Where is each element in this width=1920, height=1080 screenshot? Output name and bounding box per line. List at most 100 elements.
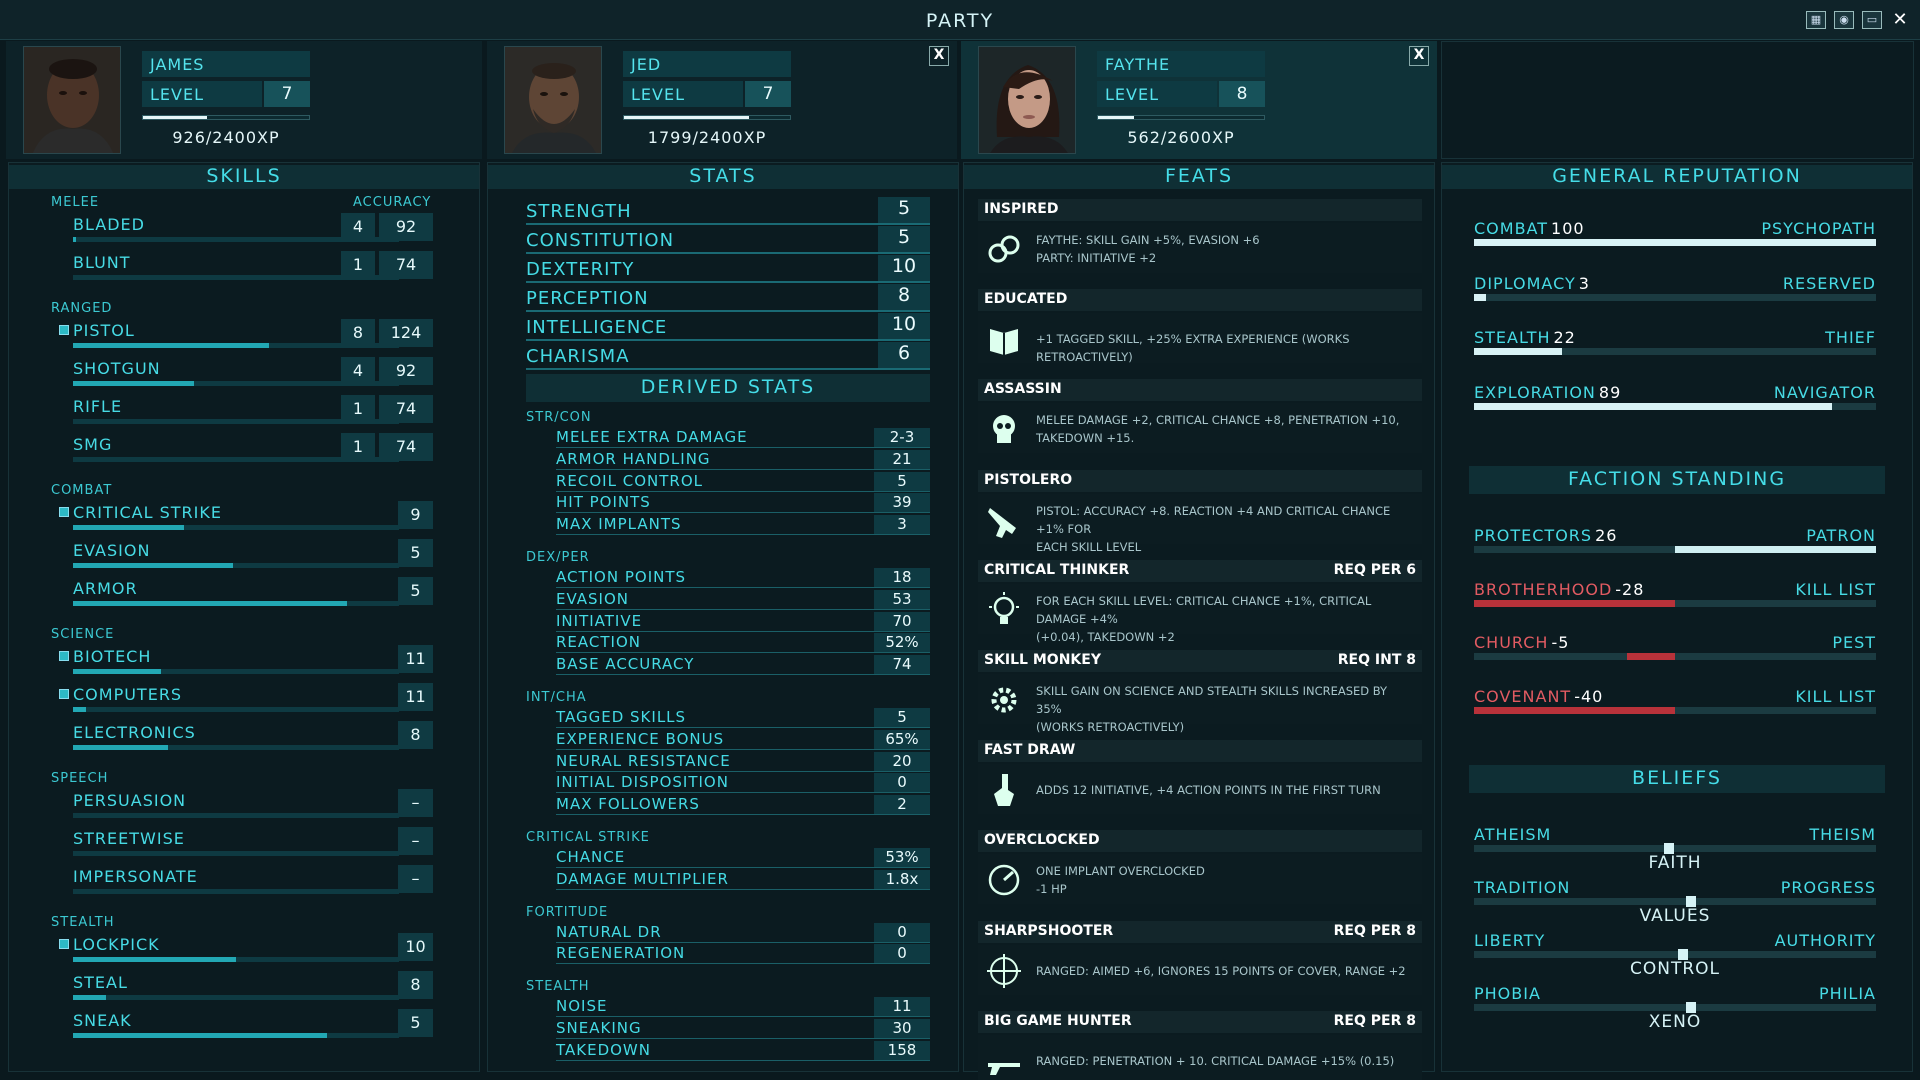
skill-row[interactable]: PERSUASION – <box>9 789 479 827</box>
window-title: PARTY <box>925 10 995 32</box>
reputation-name: COMBAT 100 <box>1474 219 1585 238</box>
feat-card[interactable]: INSPIRED FAYTHE: SKILL GAIN +5%, EVASION … <box>978 199 1422 275</box>
skill-progress-bar <box>73 601 399 606</box>
feat-header: BIG GAME HUNTER REQ PER 8 <box>978 1010 1422 1033</box>
feat-card[interactable]: BIG GAME HUNTER REQ PER 8 RANGED: PENETRAT… <box>978 1010 1422 1080</box>
portrait <box>504 46 602 154</box>
empty-party-slot[interactable] <box>1441 41 1914 159</box>
reputation-fill <box>1474 402 1832 410</box>
feat-card[interactable]: SKILL MONKEY REQ INT 8 SKILL GAIN ON SCIEN… <box>978 650 1422 734</box>
derived-stat-row: TAGGED SKILLS 5 <box>556 708 930 728</box>
skill-row[interactable]: RIFLE 1 74 <box>9 395 479 433</box>
xp-fill <box>1098 116 1134 119</box>
reputation-row: DIPLOMACY 3 RESERVED <box>1474 273 1876 301</box>
faction-bar <box>1474 653 1876 660</box>
portrait <box>978 46 1076 154</box>
party-member-faythe[interactable]: FAYTHE LEVEL 8 562/2600XP X <box>961 41 1437 159</box>
crosshair-icon <box>984 951 1024 991</box>
derived-stat-name: REACTION <box>556 633 641 652</box>
skill-row[interactable]: BLUNT 1 74 <box>9 251 479 289</box>
belief-row: ATHEISM THEISM FAITH <box>1474 825 1876 875</box>
derived-stat-value: 53 <box>874 589 930 609</box>
remove-member-button[interactable]: X <box>1409 46 1429 66</box>
remove-member-button[interactable]: X <box>929 46 949 66</box>
faction-bar <box>1474 546 1876 553</box>
skill-progress-bar <box>73 957 399 962</box>
feat-card[interactable]: CRITICAL THINKER REQ PER 6 FOR EACH SKILL … <box>978 559 1422 644</box>
feat-description: FAYTHE: SKILL GAIN +5%, EVASION +6 PARTY:… <box>1036 231 1416 267</box>
skill-row[interactable]: SNEAK 5 <box>9 1009 479 1047</box>
skill-row[interactable]: ARMOR 5 <box>9 577 479 615</box>
skill-row[interactable]: EVASION 5 <box>9 539 479 577</box>
tagged-skill-marker <box>59 325 69 335</box>
skill-value: 4 <box>341 357 375 385</box>
stat-row: CHARISMA 6 <box>526 342 930 370</box>
derived-stat-value: 5 <box>874 708 930 727</box>
skill-row[interactable]: PISTOL 8 124 <box>9 319 479 357</box>
skill-row[interactable]: BIOTECH 11 <box>9 645 479 683</box>
skill-progress-fill <box>73 957 236 962</box>
feat-card[interactable]: FAST DRAW ADDS 12 INITIATIVE, +4 ACTION P… <box>978 740 1422 816</box>
feat-header: SHARPSHOOTER REQ PER 8 <box>978 920 1422 943</box>
stat-name: INTELLIGENCE <box>526 317 668 338</box>
faction-label: COVENANT <box>1474 686 1572 706</box>
faction-label: BROTHERHOOD <box>1474 579 1613 599</box>
skill-row[interactable]: SMG 1 74 <box>9 433 479 471</box>
feat-card[interactable]: SHARPSHOOTER REQ PER 8 RANGED: AIMED +6, I… <box>978 920 1422 997</box>
brain-icon[interactable]: ◉ <box>1834 11 1854 29</box>
skill-name: RIFLE <box>73 397 123 416</box>
skill-value: 11 <box>398 645 433 673</box>
level-label: LEVEL <box>623 81 743 107</box>
close-icon[interactable]: ✕ <box>1890 11 1910 29</box>
skill-row[interactable]: BLADED 4 92 <box>9 213 479 251</box>
feat-name: BIG GAME HUNTER <box>984 1012 1132 1029</box>
derived-stat-value: 158 <box>874 1040 930 1060</box>
faction-value: -40 <box>1574 686 1604 706</box>
feat-description: ADDS 12 INITIATIVE, +4 ACTION POINTS IN … <box>1036 781 1416 799</box>
skill-name: IMPERSONATE <box>73 867 198 886</box>
lightbulb-icon <box>984 590 1024 630</box>
belief-axis: CONTROL <box>1629 959 1721 979</box>
feat-card[interactable]: EDUCATED +1 TAGGED SKILL, +25% EXTRA EXPE… <box>978 289 1422 365</box>
reputation-fill <box>1474 293 1487 301</box>
derived-stat-value: 70 <box>874 611 930 631</box>
skill-progress-bar <box>73 813 399 818</box>
reputation-row: STEALTH 22 THIEF <box>1474 328 1876 355</box>
skill-name: CRITICAL STRIKE <box>73 503 222 522</box>
skill-row[interactable]: IMPERSONATE – <box>9 865 479 903</box>
derived-stat-name: RECOIL CONTROL <box>556 471 703 490</box>
belief-bar <box>1474 896 1876 907</box>
skill-row[interactable]: COMPUTERS 11 <box>9 683 479 721</box>
derived-stat-value: 0 <box>874 922 930 942</box>
skill-value: – <box>398 827 433 855</box>
feat-name: FAST DRAW <box>984 742 1076 759</box>
belief-bar <box>1474 1002 1876 1013</box>
derived-stat-row: EVASION 53 <box>556 589 930 610</box>
skill-row[interactable]: CRITICAL STRIKE 9 <box>9 501 479 539</box>
monitor-icon[interactable]: ▭ <box>1862 11 1882 29</box>
skill-row[interactable]: SHOTGUN 4 92 <box>9 357 479 395</box>
derived-stat-value: 11 <box>874 997 930 1017</box>
derived-stat-value: 65% <box>874 729 930 749</box>
party-member-james[interactable]: JAMES LEVEL 7 926/2400XP <box>6 41 482 159</box>
skill-row[interactable]: STREETWISE – <box>9 827 479 865</box>
skill-row[interactable]: ELECTRONICS 8 <box>9 721 479 759</box>
derived-stat-value: 1.8x <box>874 869 930 889</box>
feat-description: PISTOL: ACCURACY +8. REACTION +4 AND CRI… <box>1036 502 1416 556</box>
calendar-icon[interactable]: ▦ <box>1806 11 1826 29</box>
skill-row[interactable]: STEAL 8 <box>9 971 479 1009</box>
stat-row: CONSTITUTION 5 <box>526 226 930 254</box>
feat-card[interactable]: OVERCLOCKED ONE IMPLANT OVERCLOCKED -1 HP <box>978 830 1422 906</box>
skill-accuracy: 92 <box>379 213 433 241</box>
reputation-rank: RESERVED <box>1782 273 1876 293</box>
feat-card[interactable]: ASSASSIN MELEE DAMAGE +2, CRITICAL CHANCE… <box>978 379 1422 455</box>
party-member-jed[interactable]: JED LEVEL 7 1799/2400XP X <box>487 41 957 159</box>
skill-row[interactable]: LOCKPICK 10 <box>9 933 479 971</box>
faction-row: CHURCH -5 PEST <box>1474 633 1876 660</box>
feat-body: +1 TAGGED SKILL, +25% EXTRA EXPERIENCE (… <box>978 313 1422 364</box>
level-value: 7 <box>745 81 791 107</box>
feat-card[interactable]: PISTOLERO PISTOL: ACCURACY +8. REACTION +… <box>978 469 1422 554</box>
derived-stat-value: 21 <box>874 449 930 469</box>
stat-row: STRENGTH 5 <box>526 197 930 225</box>
derived-stat-value: 0 <box>874 773 930 793</box>
